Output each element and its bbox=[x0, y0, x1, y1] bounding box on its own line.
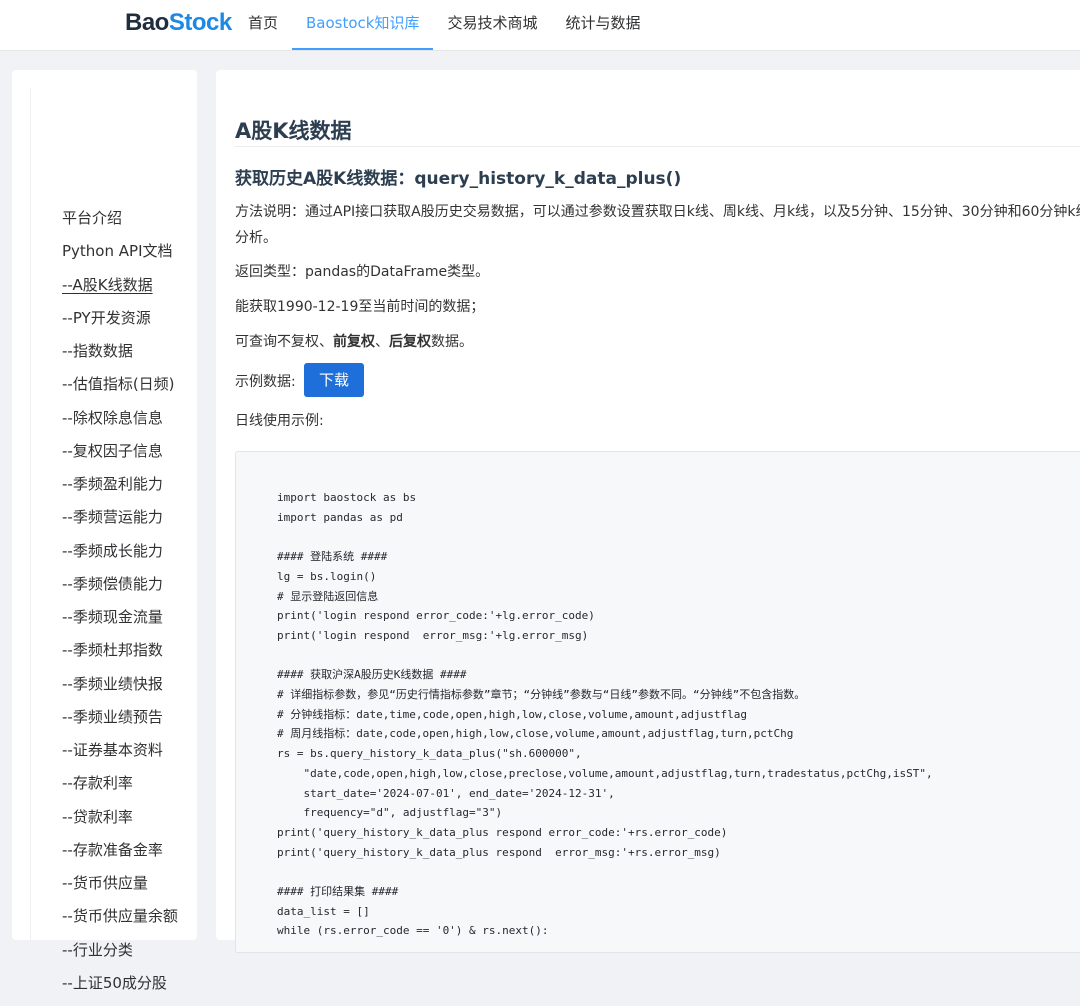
code-block[interactable]: import baostock as bs import pandas as p… bbox=[235, 451, 1080, 953]
sample-data-label: 示例数据: bbox=[235, 374, 296, 390]
sidebar: 平台介绍 Python API文档 --A股K线数据 --PY开发资源 --指数… bbox=[12, 70, 197, 992]
sidebar-item-deposit-rate[interactable]: --存款利率 bbox=[62, 773, 178, 806]
logo-text-part1: Bao bbox=[125, 9, 169, 36]
adjust-backward: 后复权 bbox=[389, 334, 431, 350]
sidebar-item-dividend-info[interactable]: --除权除息信息 bbox=[62, 408, 178, 441]
adjust-type-text: 可查询不复权、前复权、后复权数据。 bbox=[235, 331, 473, 351]
nav-knowledge-base[interactable]: Baostock知识库 bbox=[292, 0, 434, 50]
baostock-logo[interactable]: BaoStock bbox=[125, 9, 232, 37]
sidebar-item-industry-class[interactable]: --行业分类 bbox=[62, 940, 178, 973]
adjust-forward: 前复权 bbox=[333, 334, 375, 350]
title-divider bbox=[235, 146, 1080, 147]
sidebar-item-security-basic[interactable]: --证券基本资料 bbox=[62, 740, 178, 773]
sidebar-item-money-supply-balance[interactable]: --货币供应量余额 bbox=[62, 906, 178, 939]
method-description-cont: 分析。 bbox=[235, 230, 277, 246]
top-navbar: BaoStock 首页 Baostock知识库 交易技术商城 统计与数据 bbox=[0, 0, 1080, 51]
sidebar-item-py-dev-resources[interactable]: --PY开发资源 bbox=[62, 308, 178, 341]
logo-text-part2: Stock bbox=[168, 9, 232, 36]
sidebar-item-platform-intro[interactable]: 平台介绍 bbox=[62, 208, 178, 241]
sidebar-item-money-supply[interactable]: --货币供应量 bbox=[62, 873, 178, 906]
sidebar-item-adjust-factor[interactable]: --复权因子信息 bbox=[62, 441, 178, 474]
sidebar-item-loan-rate[interactable]: --贷款利率 bbox=[62, 807, 178, 840]
nav-statistics[interactable]: 统计与数据 bbox=[552, 0, 655, 50]
adjust-prefix: 可查询不复权、 bbox=[235, 334, 333, 350]
sidebar-item-python-api-docs[interactable]: Python API文档 bbox=[62, 241, 178, 274]
main-content: A股K线数据 获取历史A股K线数据：query_history_k_data_p… bbox=[216, 70, 1080, 953]
sidebar-item-quarterly-cashflow[interactable]: --季频现金流量 bbox=[62, 607, 178, 640]
return-type-text: 返回类型：pandas的DataFrame类型。 bbox=[235, 264, 490, 280]
page-title: A股K线数据 bbox=[235, 119, 352, 143]
nav-trading-store[interactable]: 交易技术商城 bbox=[433, 0, 551, 50]
main-nav: 首页 Baostock知识库 交易技术商城 统计与数据 bbox=[234, 0, 655, 50]
sidebar-menu: 平台介绍 Python API文档 --A股K线数据 --PY开发资源 --指数… bbox=[62, 208, 178, 1006]
adjust-suffix: 数据。 bbox=[431, 334, 473, 350]
sidebar-item-valuation-daily[interactable]: --估值指标(日频) bbox=[62, 374, 178, 407]
sidebar-item-quarterly-express[interactable]: --季频业绩快报 bbox=[62, 674, 178, 707]
sidebar-item-quarterly-dupont[interactable]: --季频杜邦指数 bbox=[62, 640, 178, 673]
section-title: 获取历史A股K线数据：query_history_k_data_plus() bbox=[235, 169, 682, 189]
sidebar-item-quarterly-profit[interactable]: --季频盈利能力 bbox=[62, 474, 178, 507]
sidebar-item-a-share-kline[interactable]: --A股K线数据 bbox=[62, 275, 178, 308]
download-button[interactable]: 下载 bbox=[304, 363, 364, 397]
sidebar-item-reserve-ratio[interactable]: --存款准备金率 bbox=[62, 840, 178, 873]
daily-example-label: 日线使用示例: bbox=[235, 413, 324, 429]
method-description: 方法说明：通过API接口获取A股历史交易数据，可以通过参数设置获取日k线、周k线… bbox=[235, 204, 1080, 220]
sidebar-item-quarterly-growth[interactable]: --季频成长能力 bbox=[62, 541, 178, 574]
sidebar-item-index-data[interactable]: --指数数据 bbox=[62, 341, 178, 374]
sidebar-item-quarterly-operation[interactable]: --季频营运能力 bbox=[62, 507, 178, 540]
data-range-text: 能获取1990-12-19至当前时间的数据； bbox=[235, 299, 485, 315]
nav-home[interactable]: 首页 bbox=[234, 0, 292, 50]
sidebar-item-quarterly-forecast[interactable]: --季频业绩预告 bbox=[62, 707, 178, 740]
code-text: import baostock as bs import pandas as p… bbox=[277, 491, 933, 938]
adjust-separator: 、 bbox=[375, 334, 389, 350]
sidebar-item-sz50-stocks[interactable]: --上证50成分股 bbox=[62, 973, 178, 1006]
sidebar-item-quarterly-solvency[interactable]: --季频偿债能力 bbox=[62, 574, 178, 607]
